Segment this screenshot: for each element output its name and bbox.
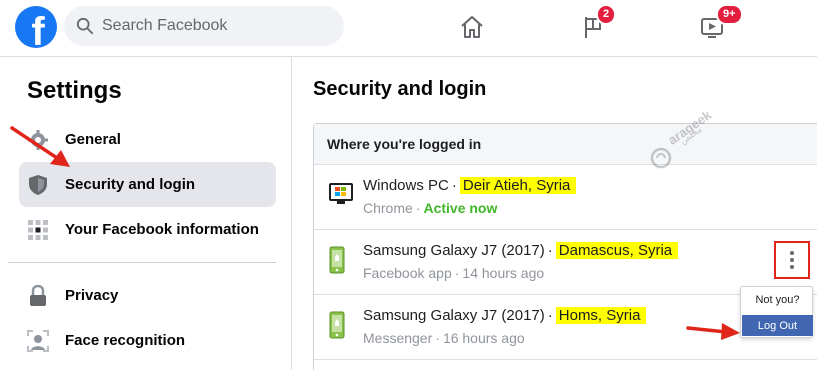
- search-input[interactable]: [102, 17, 322, 35]
- top-navigation-bar: f 2 9+: [0, 0, 817, 57]
- not-you-option[interactable]: Not you?: [741, 294, 814, 306]
- arageek-watermark: arageek مختص: [645, 107, 714, 177]
- watch-notification-badge: 9+: [716, 4, 743, 25]
- session-status: Active now: [423, 200, 498, 216]
- search-box[interactable]: [64, 6, 344, 46]
- sidebar-item-label: Your Facebook information: [65, 221, 259, 238]
- facebook-logo[interactable]: f: [15, 6, 57, 48]
- more-options-button[interactable]: [774, 241, 810, 279]
- vertical-ellipsis-icon: [790, 251, 794, 269]
- sidebar-item-label: Face recognition: [65, 332, 186, 349]
- lock-icon: [27, 284, 49, 307]
- sidebar-title: Settings: [27, 77, 122, 104]
- shield-icon: [27, 174, 49, 196]
- session-time: 14 hours ago: [462, 265, 545, 281]
- device-name: Windows PC: [363, 177, 449, 194]
- sidebar-item-face-recognition[interactable]: Face recognition: [19, 318, 276, 363]
- session-app: Facebook app: [363, 265, 452, 281]
- device-name: Samsung Galaxy J7 (2017): [363, 307, 545, 324]
- sidebar-item-label: Privacy: [65, 287, 119, 304]
- desktop-computer-icon: [329, 183, 353, 204]
- log-out-button[interactable]: Log Out: [742, 315, 813, 336]
- page-title: Security and login: [313, 78, 487, 100]
- grid-icon: [27, 219, 49, 241]
- pages-notification-badge: 2: [596, 4, 617, 25]
- face-icon: [27, 329, 49, 352]
- session-app: Chrome: [363, 200, 413, 216]
- session-row[interactable]: Windows PC · Deir Atieh, Syria Chrome · Acti…: [314, 166, 817, 230]
- separator-dot: ·: [415, 200, 421, 216]
- annotation-arrow-sidebar: [10, 126, 70, 167]
- separator-dot: ·: [547, 242, 553, 259]
- settings-sidebar: Settings General Security and login Your…: [0, 57, 292, 370]
- home-button[interactable]: [457, 12, 487, 42]
- separator-dot: ·: [435, 330, 440, 346]
- session-location: Damascus, Syria: [555, 242, 679, 259]
- search-icon: [76, 17, 94, 35]
- sidebar-item-label: Security and login: [65, 176, 196, 193]
- session-location: Deir Atieh, Syria: [459, 177, 577, 194]
- mobile-phone-icon: [329, 246, 345, 274]
- annotation-arrow-logout: [686, 323, 740, 340]
- home-icon: [461, 16, 483, 38]
- separator-dot: ·: [451, 177, 457, 194]
- session-time: 16 hours ago: [442, 330, 525, 346]
- separator-dot: ·: [454, 265, 460, 281]
- sidebar-item-facebook-information[interactable]: Your Facebook information: [19, 207, 276, 252]
- session-options-popup: Not you? Log Out: [740, 286, 813, 338]
- section-header: Where you're logged in: [314, 124, 817, 165]
- facebook-logo-letter: f: [31, 10, 45, 48]
- sidebar-divider: [8, 262, 276, 263]
- device-name: Samsung Galaxy J7 (2017): [363, 242, 545, 259]
- session-app: Messenger: [363, 330, 433, 346]
- session-location: Homs, Syria: [555, 307, 647, 324]
- separator-dot: ·: [547, 307, 553, 324]
- sidebar-item-privacy[interactable]: Privacy: [19, 273, 276, 318]
- mobile-phone-icon: [329, 311, 345, 339]
